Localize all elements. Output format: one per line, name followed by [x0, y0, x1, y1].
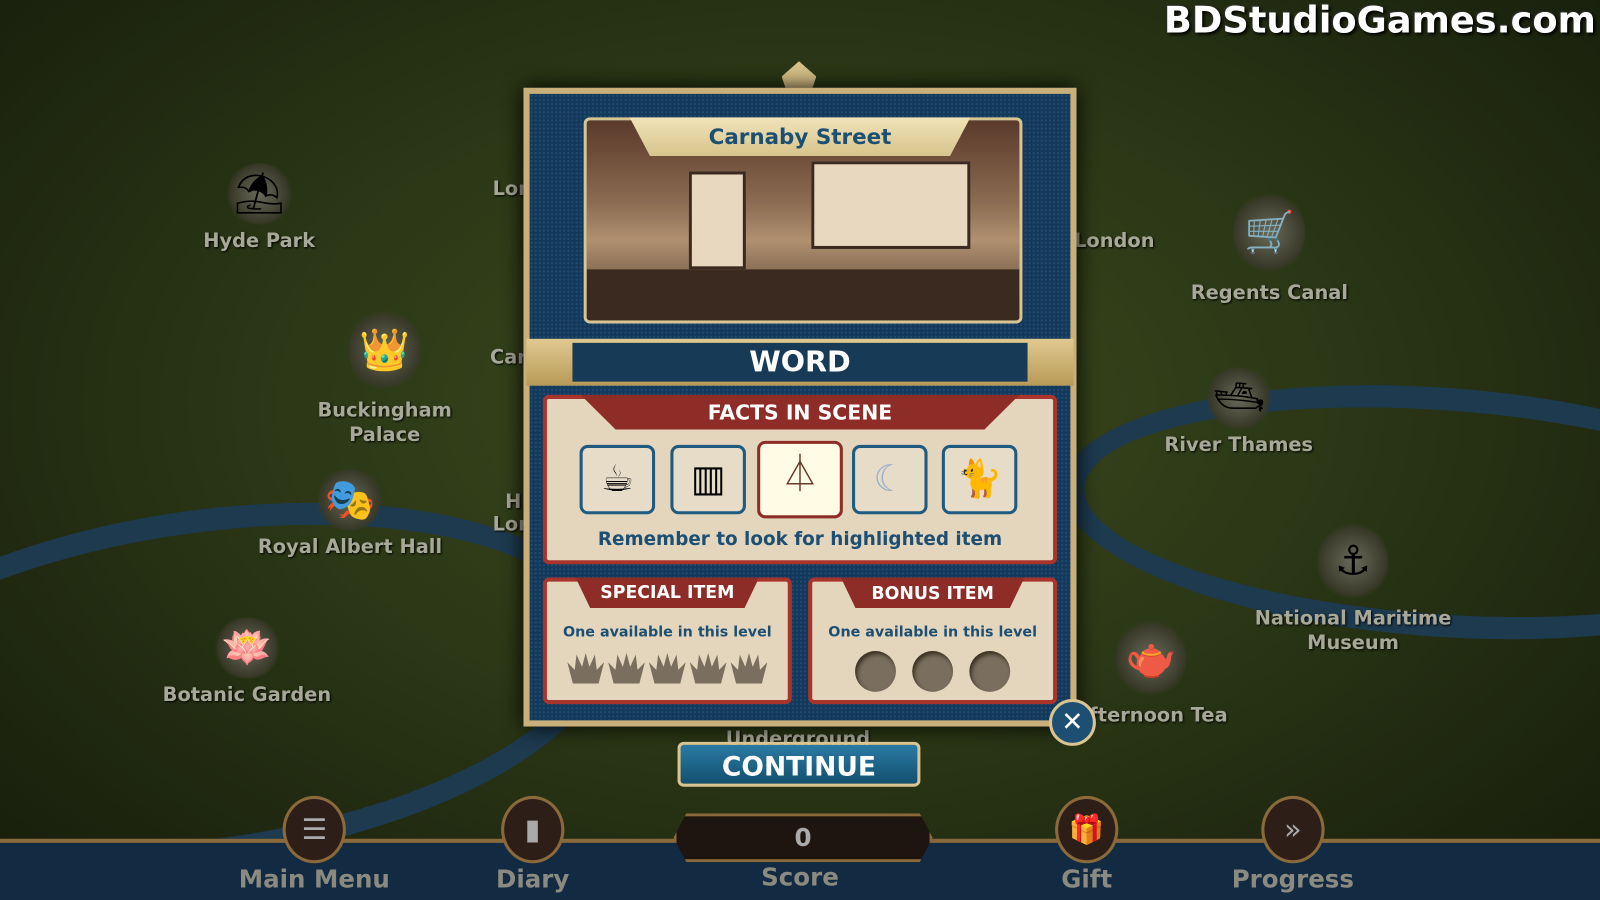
location-london[interactable]: London [1074, 163, 1154, 253]
coin-slot-icon [855, 651, 896, 692]
location-river-thames[interactable]: 🛥 River Thames [1164, 367, 1313, 457]
scene-title: Carnaby Street [629, 117, 971, 157]
score-value: 0 [673, 813, 933, 863]
progress-icon: » [1261, 795, 1325, 864]
bonus-item-text: One available in this level [828, 624, 1037, 641]
progress-button[interactable]: » Progress [1232, 795, 1354, 894]
mode-bar: WORD [526, 338, 1074, 386]
coin-progress [812, 651, 1053, 696]
crown-icon [648, 653, 686, 684]
coin-slot-icon [912, 651, 954, 692]
map-pin-icon [1079, 163, 1150, 224]
crown-icon [730, 653, 768, 684]
lotus-icon: 🪷 [211, 617, 283, 679]
diary-button[interactable]: ▮ Diary [496, 795, 569, 894]
crown-icon [689, 653, 727, 684]
diary-icon: ▮ [501, 795, 565, 864]
partial-label-h: H [505, 490, 522, 514]
barcode-icon: ▥ [690, 458, 726, 500]
special-item-panel: SPECIAL ITEM One available in this level [542, 577, 792, 705]
coin-slot-icon [969, 651, 1011, 692]
gift-button[interactable]: 🎁 Gift [1055, 795, 1119, 894]
close-button[interactable]: ✕ [1048, 698, 1096, 746]
eiffel-tower-icon: ⏃ [781, 454, 819, 496]
crown-icon: 👑 [348, 306, 421, 394]
location-hyde-park[interactable]: ⛱ Hyde Park [203, 163, 315, 253]
bonus-item-panel: BONUS ITEM One available in this level [808, 577, 1058, 705]
beach-chair-icon: ⛱ [223, 163, 295, 225]
special-item-text: One available in this level [562, 624, 772, 641]
fact-slot-moon: ☾ [852, 444, 928, 515]
coffee-maker-icon: ☕ [600, 458, 634, 500]
teapot-icon: 🫖 [1115, 617, 1187, 699]
special-item-title: SPECIAL ITEM [575, 577, 760, 609]
anchor-icon: ⚓ [1317, 520, 1389, 603]
mode-label: WORD [572, 342, 1028, 382]
location-botanic-garden[interactable]: 🪷 Botanic Garden [163, 617, 331, 707]
list-icon: ☰ [282, 795, 346, 864]
score-label: Score [761, 863, 839, 892]
crown-icon [567, 653, 605, 684]
pram-icon: 🛒 [1233, 188, 1306, 277]
bonus-item-title: BONUS ITEM [840, 577, 1025, 609]
crown-progress [547, 653, 788, 688]
fact-slot-cat: 🐈 [941, 444, 1018, 515]
watermark: BDStudioGames.com [1163, 0, 1596, 42]
mask-icon: 🎭 [314, 469, 386, 531]
facts-hint: Remember to look for highlighted item [597, 528, 1003, 550]
boat-icon: 🛥 [1203, 367, 1275, 429]
fact-slot-eiffel-tower: ⏃ [757, 440, 843, 519]
location-royal-albert-hall[interactable]: 🎭 Royal Albert Hall [258, 469, 442, 559]
fact-slot-coffee-maker: ☕ [579, 444, 656, 515]
location-afternoon-tea[interactable]: 🫖 Afternoon Tea [1074, 617, 1228, 727]
facts-title: FACTS IN SCENE [580, 394, 1020, 430]
crown-icon [608, 653, 645, 684]
game-screen: BDStudioGames.com ⛱ Hyde Park 👑 Buckingham… [0, 0, 1600, 900]
fact-slot-barcode: ▥ [670, 444, 746, 515]
location-regents-canal[interactable]: 🛒 Regents Canal [1191, 188, 1348, 305]
location-national-maritime-museum[interactable]: ⚓ National Maritime Museum [1251, 520, 1455, 655]
location-buckingham-palace[interactable]: 👑 Buckingham Palace [313, 306, 456, 447]
cat-icon: 🐈 [956, 458, 1003, 500]
continue-button[interactable]: CONTINUE [677, 741, 921, 787]
moon-icon: ☾ [873, 458, 907, 500]
gift-icon: 🎁 [1055, 795, 1119, 864]
main-menu-button[interactable]: ☰ Main Menu [239, 795, 390, 894]
